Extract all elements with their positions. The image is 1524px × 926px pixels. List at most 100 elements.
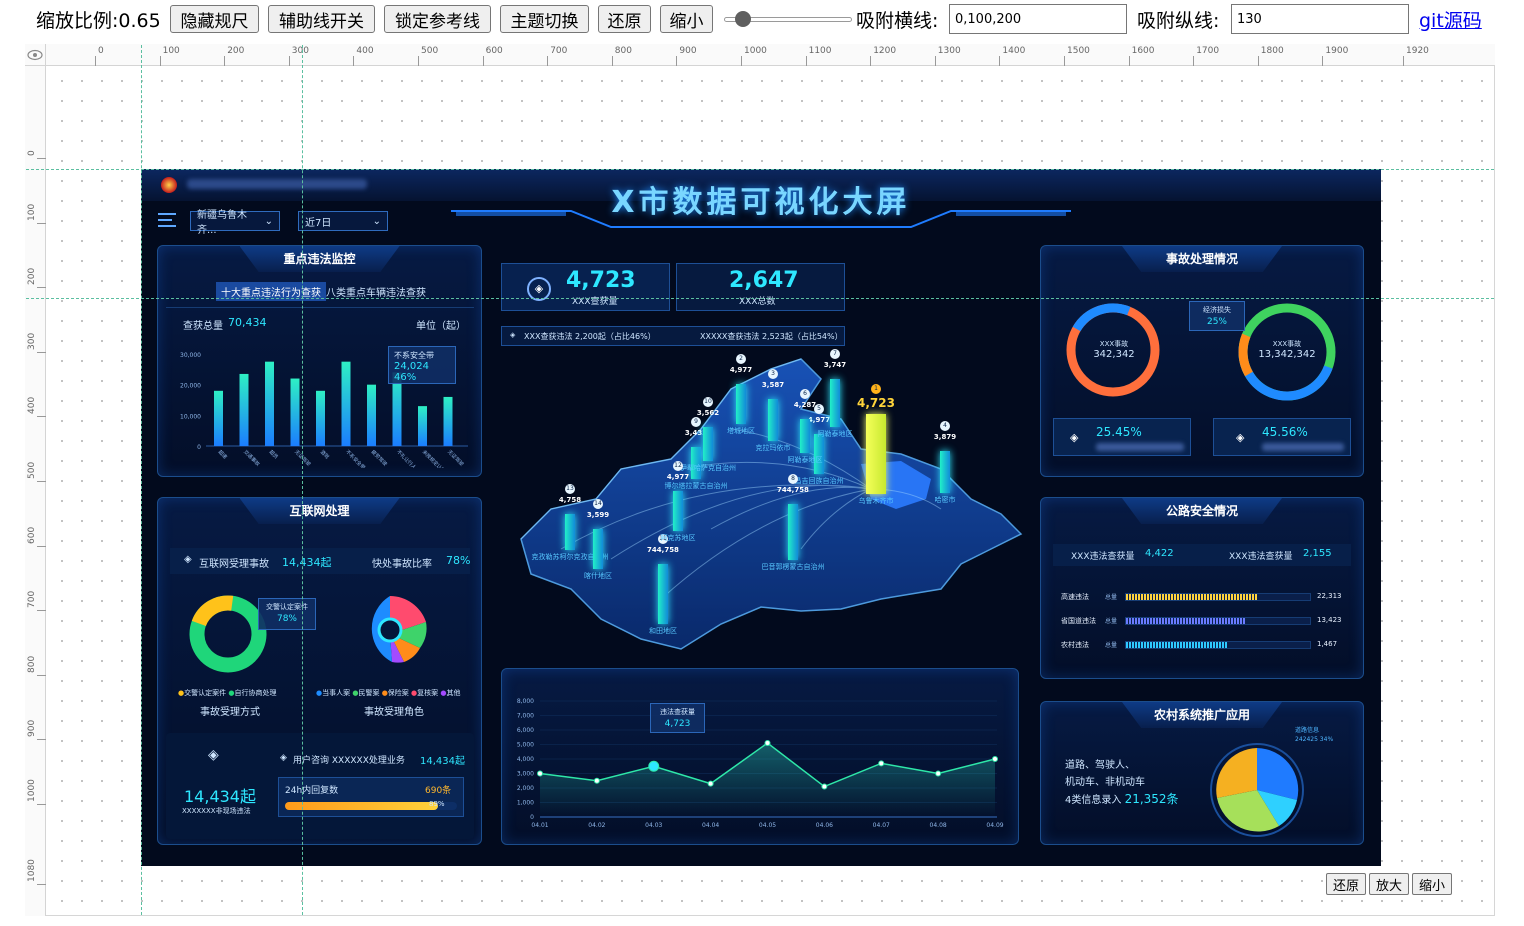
- hide-ruler-button[interactable]: 隐藏规尺: [170, 5, 259, 33]
- map-pillar[interactable]: [866, 414, 886, 494]
- reply-label: 24h内回复数: [285, 786, 339, 796]
- line-point[interactable]: [878, 760, 885, 767]
- ruler-label: 0: [98, 46, 104, 56]
- map-pillar[interactable]: [830, 379, 840, 427]
- panel-title: 互联网处理: [239, 498, 400, 524]
- y-tick-label: 1,000: [517, 800, 534, 807]
- map-pillar[interactable]: [658, 564, 668, 624]
- ruler-tick: [288, 56, 290, 66]
- map-value: 744,758: [777, 486, 809, 494]
- map-region-name: 阿勒泰地区: [817, 430, 853, 438]
- map-pillar[interactable]: [673, 491, 683, 531]
- eye-icon[interactable]: [27, 49, 43, 61]
- legend-item: 当事人案: [322, 689, 351, 697]
- region-select[interactable]: 新疆乌鲁木齐... ⌄: [190, 210, 280, 236]
- theme-switch-button[interactable]: 主题切换: [500, 5, 589, 33]
- snap-horizontal-input[interactable]: 0,100,200: [949, 4, 1127, 34]
- git-source-link[interactable]: git源码: [1419, 6, 1482, 33]
- range-select[interactable]: 近7日 ⌄: [298, 211, 388, 231]
- layers-icon: ◈: [280, 753, 287, 763]
- map-rank-badge: 13: [565, 484, 575, 494]
- card1-blurred-label: [1096, 443, 1184, 451]
- bottom-reset-button[interactable]: 还原: [1326, 873, 1366, 895]
- guide-line-vertical[interactable]: [141, 45, 142, 915]
- map-region-name: 乌鲁木齐市: [858, 497, 894, 505]
- map-rank-badge: 12: [673, 461, 683, 471]
- ruler-label: 1600: [1131, 46, 1155, 56]
- guide-line-horizontal[interactable]: [26, 298, 1494, 299]
- map-rank-badge: 2: [736, 354, 746, 364]
- legend-item: 其他: [446, 689, 461, 697]
- ruler-label: 1000: [27, 779, 37, 802]
- bar[interactable]: [214, 390, 223, 446]
- bar[interactable]: [341, 361, 351, 446]
- shrink-button[interactable]: 缩小: [660, 5, 713, 33]
- kpi2-value: 2,647: [729, 268, 799, 293]
- ruler-tick: [1322, 56, 1324, 66]
- tab-key-vehicles[interactable]: 八类重点车辆违法查获: [326, 284, 426, 299]
- x-tick-label: 04.05: [759, 822, 776, 829]
- pie-tooltip-value: 242425 34%: [1295, 736, 1334, 743]
- map-pillar[interactable]: [593, 529, 603, 569]
- police-badge-icon: [161, 177, 177, 193]
- ruler-label: 300: [291, 46, 309, 56]
- consult-value: 14,434起: [420, 756, 465, 767]
- guide-line-horizontal[interactable]: [26, 169, 1494, 170]
- dashboard-screen: X市数据可视化大屏 新疆乌鲁木齐... ⌄ 近7日 ⌄ 重点违法监控 十大重点违法行…: [141, 169, 1381, 866]
- horizontal-ruler[interactable]: 0 100 200 300 400 500 600 700 800 900 1000 1100 1200…: [46, 44, 1495, 66]
- line-point[interactable]: [764, 740, 771, 747]
- line-point[interactable]: [935, 770, 942, 777]
- guide-line-vertical[interactable]: [302, 45, 303, 915]
- bar[interactable]: [418, 406, 427, 446]
- line-point[interactable]: [648, 760, 660, 772]
- pie-tooltip-label: 道路信息: [1295, 727, 1320, 734]
- map-pillar[interactable]: [703, 427, 713, 461]
- ruler-label: 100: [27, 203, 37, 221]
- slider-knob[interactable]: [735, 11, 752, 27]
- y-tick-label: 0: [530, 814, 534, 821]
- layers-icon: ◈: [510, 331, 516, 339]
- zoom-slider[interactable]: [724, 11, 852, 27]
- snap-horizontal-label: 吸附横线:: [856, 10, 939, 32]
- map-rank-badge: 3: [768, 369, 778, 379]
- line-point[interactable]: [992, 756, 998, 762]
- bottom-zoom-out-button[interactable]: 缩小: [1412, 873, 1452, 895]
- bar[interactable]: [367, 384, 376, 446]
- x-tick-label: 超速: [217, 448, 229, 460]
- ruler-tick: [1064, 56, 1065, 66]
- road-bar-fill: [1126, 618, 1246, 624]
- line-point[interactable]: [537, 770, 543, 777]
- ruler-tick: [418, 56, 419, 66]
- accept-role-rose-chart: [371, 596, 427, 663]
- line-point[interactable]: [593, 777, 600, 784]
- bottom-zoom-in-button[interactable]: 放大: [1369, 873, 1409, 895]
- x-tick-label: 04.01: [531, 822, 548, 829]
- chevron-down-icon: ⌄: [264, 215, 273, 227]
- bar[interactable]: [239, 373, 249, 446]
- bar[interactable]: [290, 378, 300, 446]
- bar[interactable]: [443, 396, 453, 446]
- vertical-ruler[interactable]: 0 100 200 300 400 500 600 700 800 900 1000 1080: [25, 66, 46, 916]
- lock-guides-button[interactable]: 锁定参考线: [384, 5, 491, 33]
- menu-icon[interactable]: [158, 213, 176, 227]
- bar[interactable]: [316, 390, 325, 446]
- map-pillar[interactable]: [788, 504, 798, 560]
- ruler-tick: [37, 610, 46, 612]
- map-pillar[interactable]: [565, 514, 575, 550]
- ruler-corner[interactable]: [25, 44, 46, 66]
- bar[interactable]: [265, 361, 274, 446]
- internet-processing-panel: 互联网处理 ◈ 互联网受理事故 14,434起 快处事故比率 78% 交警认定案…: [157, 497, 482, 845]
- panel-title: 公路安全情况: [1122, 498, 1282, 524]
- ruler-tick: [1128, 56, 1130, 66]
- snap-vertical-input[interactable]: 130: [1231, 4, 1409, 34]
- line-point[interactable]: [821, 783, 828, 790]
- line-point[interactable]: [707, 780, 714, 787]
- map-pillar[interactable]: [940, 451, 950, 493]
- guides-toggle-button[interactable]: 辅助线开关: [268, 5, 375, 33]
- y-tick-label: 20,000: [180, 383, 201, 390]
- reset-button[interactable]: 还原: [598, 5, 651, 33]
- map-pillar[interactable]: [736, 384, 746, 424]
- tooltip-value: 24,024: [394, 361, 429, 372]
- map-pillar[interactable]: [814, 434, 824, 474]
- road-bar-fill: [1126, 642, 1228, 648]
